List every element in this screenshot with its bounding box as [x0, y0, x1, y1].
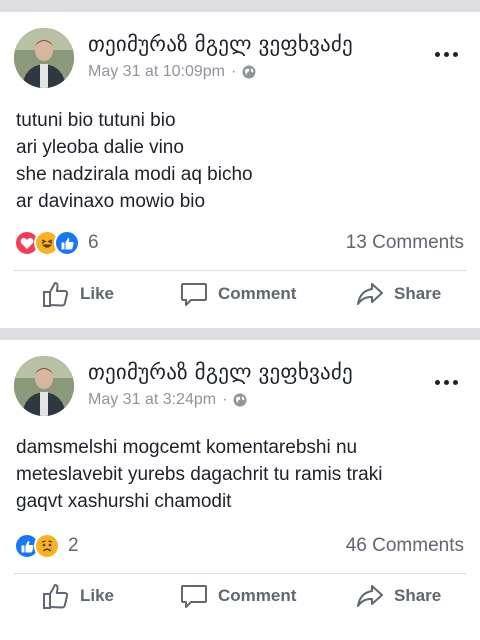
comment-button[interactable]: Comment: [180, 280, 296, 308]
post-text-line: gaqvt xashurshi chamodit: [16, 491, 232, 512]
post-timestamp[interactable]: May 31 at 3:24pm: [88, 391, 216, 409]
share-button[interactable]: Share: [356, 582, 441, 610]
divider: [14, 270, 466, 271]
reactions-summary[interactable]: 6: [14, 230, 99, 256]
like-reaction-icon: [54, 230, 80, 256]
comment-icon: [181, 585, 207, 608]
reaction-count: 6: [88, 232, 99, 253]
post-card: თეიმურაზ მგელ ვეფხვაძე May 31 at 3:24pm …: [0, 340, 480, 640]
post-text-line: tutuni bio tutuni bio: [16, 110, 176, 131]
comment-label: Comment: [218, 284, 297, 303]
post-text-line: ar davinaxo mowio bio: [16, 191, 206, 212]
globe-icon: [233, 393, 247, 407]
like-label: Like: [80, 284, 115, 303]
reaction-count: 2: [68, 535, 79, 556]
author-name[interactable]: თეიმურაზ მგელ ვეფხვაძე: [88, 32, 353, 56]
post-actions: Like Comment Share: [0, 582, 480, 622]
post-meta: May 31 at 10:09pm ·: [88, 63, 256, 81]
post-text-line: she nadzirala modi aq bicho: [16, 164, 253, 185]
post-meta-dot: ·: [222, 391, 228, 408]
thumbs-up-icon: [43, 584, 69, 609]
comment-icon: [181, 283, 207, 306]
comment-count[interactable]: 13 Comments: [346, 232, 464, 254]
sad-reaction-icon: [34, 533, 60, 559]
post-timestamp[interactable]: May 31 at 10:09pm: [88, 63, 225, 81]
more-options-icon[interactable]: [435, 380, 458, 385]
post-meta: May 31 at 3:24pm ·: [88, 391, 247, 409]
post-text-line: damsmelshi mogcemt komentarebshi nu: [16, 437, 358, 458]
post-meta-dot: ·: [230, 63, 237, 80]
author-avatar[interactable]: [14, 28, 74, 88]
more-options-icon[interactable]: [435, 52, 458, 57]
share-label: Share: [394, 284, 442, 303]
like-button[interactable]: Like: [42, 582, 114, 610]
share-button[interactable]: Share: [356, 280, 441, 308]
author-name[interactable]: თეიმურაზ მგელ ვეფხვაძე: [88, 360, 353, 384]
post-text: damsmelshi mogcemt komentarebshi nu mete…: [16, 434, 382, 515]
post-text-line: ari yleoba dalie vino: [16, 137, 184, 158]
post-text-line: meteslavebit yurebs dagachrit tu ramis t…: [16, 464, 383, 485]
comment-label: Comment: [218, 586, 297, 605]
share-icon: [357, 585, 383, 607]
share-label: Share: [394, 586, 442, 605]
reactions-summary[interactable]: 2: [14, 533, 79, 559]
thumbs-up-icon: [43, 282, 69, 307]
like-button[interactable]: Like: [42, 280, 114, 308]
globe-icon: [242, 65, 256, 79]
share-icon: [357, 283, 383, 305]
comment-count[interactable]: 46 Comments: [346, 535, 464, 557]
post-actions: Like Comment Share: [0, 280, 480, 320]
like-label: Like: [80, 586, 115, 605]
post-card: თეიმურაზ მგელ ვეფხვაძე May 31 at 10:09pm…: [0, 12, 480, 328]
author-avatar[interactable]: [14, 356, 74, 416]
divider: [14, 573, 466, 574]
post-text: tutuni bio tutuni bio ari yleoba dalie v…: [16, 107, 253, 215]
comment-button[interactable]: Comment: [180, 582, 296, 610]
